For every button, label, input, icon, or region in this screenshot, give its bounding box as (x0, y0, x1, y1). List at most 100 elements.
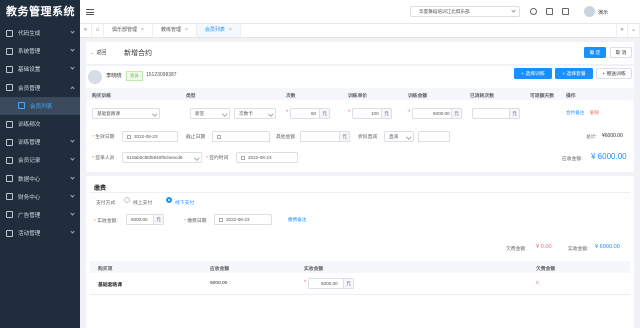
tab-label: 俱乐部管理 (112, 27, 138, 33)
table1-header: 购买训练 类型 次数 训练单价 训练金额 已消耗次数 可退额天数 操作 (86, 88, 634, 100)
offline-radio[interactable] (166, 197, 172, 203)
close-icon[interactable]: × (185, 24, 188, 37)
choose-package-button[interactable]: + 选择套餐 (555, 68, 593, 79)
staff-select[interactable]: 518ab0c85f5940f9cbeecd6 (122, 152, 202, 163)
sign-time-label-text: 签约时间 (209, 156, 229, 161)
type-select[interactable]: 新签 (190, 108, 230, 119)
sidebar-item-training[interactable]: 训练管理 (0, 133, 80, 151)
home-tab-icon[interactable]: ⌂ (92, 24, 104, 37)
sidebar-item-activities[interactable]: 活动管理 (0, 224, 80, 242)
start-date-input[interactable]: 2022-08-23 (122, 131, 178, 142)
user-name[interactable]: 演示 (598, 9, 608, 16)
gift-training-button[interactable]: + 赠送训练 (596, 68, 632, 79)
sidebar-item-finance[interactable]: 财务中心 (0, 188, 80, 206)
font-size-icon[interactable] (562, 8, 569, 15)
owed-value: ¥ 0.00 (536, 244, 552, 250)
frequency-icon (6, 120, 13, 128)
paid-amount-input[interactable]: 6000.00 元 (126, 214, 164, 225)
confirm-button[interactable]: 确 定 (584, 47, 606, 58)
sidebar-item-label: 基础设置 (18, 67, 41, 74)
member-avatar (88, 70, 102, 84)
back-button[interactable]: ← 返回 (90, 49, 106, 56)
sidebar-item-member-list[interactable]: 会员列表 (0, 96, 80, 115)
chevron-down-icon (70, 193, 75, 198)
calendar-icon (217, 134, 221, 139)
tab-coach-management[interactable]: 教练管理 × (153, 24, 197, 37)
basic-settings-icon (6, 65, 13, 73)
sidebar-item-label: 训练管理 (18, 140, 41, 147)
sidebar-item-label: 会员列表 (30, 103, 53, 110)
sidebar-item-ads[interactable]: 广告管理 (0, 206, 80, 224)
activity-icon (6, 229, 13, 237)
offline-label[interactable]: 线下支付 (175, 199, 194, 206)
online-label[interactable]: 线上支付 (133, 199, 152, 206)
item-paid-input[interactable]: 6000.00 元 (308, 278, 354, 289)
sidebar-item-basic[interactable]: 基础设置 (0, 60, 80, 78)
sidebar-item-system[interactable]: 系统管理 (0, 42, 80, 60)
delete-link[interactable]: 删除 (590, 110, 599, 116)
staff-label-text: 签单人员 (95, 156, 115, 161)
user-avatar[interactable] (584, 6, 595, 17)
data-icon (6, 175, 13, 183)
tabs-menu-icon[interactable]: ⌄ (628, 24, 640, 37)
tab-label: 会员列表 (204, 27, 225, 33)
choose-training-button[interactable]: + 选择训练 (514, 68, 552, 79)
discount-value-input[interactable] (418, 131, 450, 142)
sidebar-item-records[interactable]: 会员记录 (0, 151, 80, 169)
tab-club-management[interactable]: 俱乐部管理 × (104, 24, 153, 37)
col-header: 类型 (186, 94, 196, 99)
sign-time-input[interactable]: 2022-08-23 (236, 152, 298, 163)
item-owed: 0 (536, 281, 539, 286)
chevron-down-icon (70, 229, 75, 234)
unit-suffix: 元 (339, 132, 349, 141)
training-select[interactable]: 基础套路课 (92, 108, 160, 119)
sidebar-item-training-frequency[interactable]: 训练频次 (0, 115, 80, 133)
menu-toggle-icon[interactable] (86, 8, 94, 15)
contract-note-link[interactable]: 合约备注 (566, 110, 584, 116)
search-icon[interactable] (530, 8, 537, 15)
calendar-icon (241, 155, 245, 160)
tab-member-list[interactable]: 会员列表 × (196, 24, 241, 37)
col-header: 应收金额 (210, 267, 230, 272)
sign-time-value: 2022-08-23 (248, 155, 272, 160)
pay-date-label: * 缴费日期 (184, 219, 207, 224)
close-icon[interactable]: × (141, 24, 144, 37)
sidebar-item-label: 系统管理 (18, 49, 41, 56)
tabs-scroll-left-icon[interactable]: « (80, 24, 92, 37)
chevron-down-icon (70, 47, 75, 52)
sidebar-item-codegen[interactable]: 代码生成 (0, 24, 80, 42)
card-type-select[interactable]: 次数卡 (234, 108, 276, 119)
sidebar-item-label: 广告管理 (18, 212, 41, 219)
paid-label: * 实收金额: (94, 219, 118, 224)
online-radio[interactable] (124, 197, 130, 203)
discount-select[interactable]: 直减 (384, 131, 414, 142)
required-mark: * (348, 110, 351, 116)
cancel-button[interactable]: 取 消 (610, 47, 632, 58)
amount-value: 6000.00 (433, 111, 450, 116)
price-value: 100 (371, 111, 379, 116)
store-selector[interactable]: 华夏舞蹈培训江北俱乐部 (410, 6, 520, 17)
amount-input[interactable]: 6000.00 元 (412, 108, 462, 119)
col-header: 已消耗次数 (470, 94, 494, 99)
chevron-down-icon (70, 211, 75, 216)
count-input[interactable]: 60 元 (290, 108, 330, 119)
price-input[interactable]: 100 元 (352, 108, 392, 119)
tabs-scroll-right-icon[interactable]: » (616, 24, 628, 37)
unit-suffix: 元 (343, 279, 353, 288)
end-date-input[interactable] (212, 131, 270, 142)
received-label: 实收金额: (568, 247, 589, 252)
consumed-input[interactable]: 元 (472, 108, 520, 119)
total-value: ¥6000.00 (602, 133, 623, 139)
col-header: 训练单价 (348, 94, 368, 99)
pay-date-input[interactable]: 2022-08-23 (214, 214, 272, 225)
sidebar-item-label: 活动管理 (18, 231, 41, 238)
sidebar-item-members[interactable]: 会员管理 (0, 79, 80, 97)
member-icon (6, 84, 13, 92)
receivable-label: 应收金额: (562, 157, 583, 162)
sidebar-item-data-center[interactable]: 数据中心 (0, 170, 80, 188)
required-mark: * (408, 110, 411, 116)
fullscreen-icon[interactable] (546, 8, 553, 15)
close-icon[interactable]: × (229, 24, 232, 37)
other-amount-input[interactable]: 元 (300, 131, 350, 142)
payment-note-link[interactable]: 缴费备注 (288, 217, 306, 223)
